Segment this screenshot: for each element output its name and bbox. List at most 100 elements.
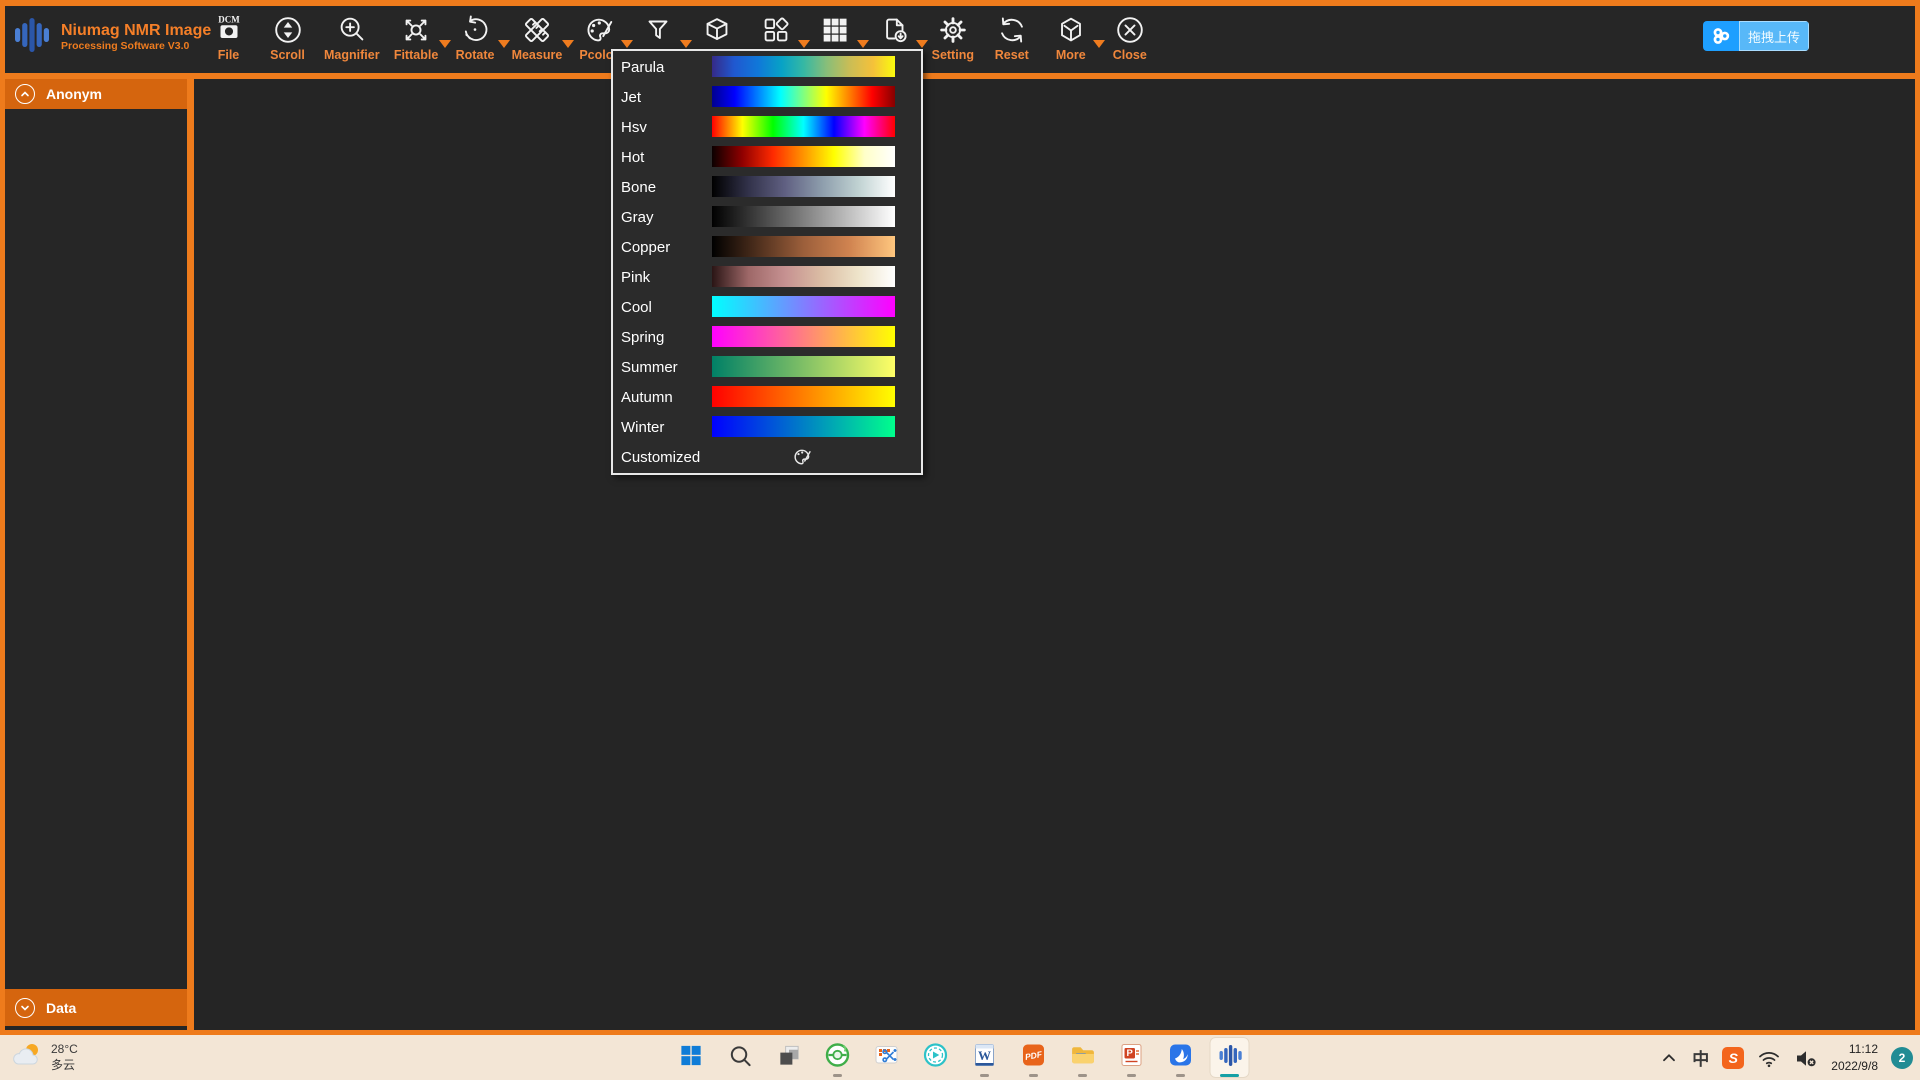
dropdown-caret-icon[interactable] [1093, 40, 1105, 48]
taskbar-app-folder[interactable] [1063, 1037, 1103, 1078]
volume-muted-icon[interactable] [1794, 1046, 1818, 1070]
colormap-option-cool[interactable]: Cool [613, 292, 921, 322]
app-subtitle: Processing Software V3.0 [61, 40, 211, 52]
taskbar-app-wing-app[interactable] [1161, 1037, 1201, 1078]
system-tray: 中 S 11:12 2022/9/8 2 [1659, 1035, 1913, 1080]
colormap-name: Hot [613, 149, 644, 166]
search-icon [727, 1043, 752, 1073]
taskbar-app-layers[interactable] [769, 1037, 809, 1078]
rotate-icon [458, 11, 492, 49]
colormap-option-parula[interactable]: Parula [613, 52, 921, 82]
dropdown-caret-icon[interactable] [621, 40, 633, 48]
dropdown-caret-icon[interactable] [680, 40, 692, 48]
colormap-name: Gray [613, 209, 654, 226]
dropdown-caret-icon[interactable] [916, 40, 928, 48]
toolbar-button-file[interactable]: DCMFile [206, 11, 251, 63]
taskbar-app-icons: W PDF P [671, 1037, 1250, 1078]
colormap-name: Pink [613, 269, 650, 286]
dropdown-caret-icon[interactable] [439, 40, 451, 48]
toolbar-button-measure[interactable]: Measure [512, 11, 563, 63]
taskbar-app-start[interactable] [671, 1037, 711, 1078]
colormap-option-customized[interactable]: Customized [613, 442, 921, 472]
colormap-gradient-swatch [712, 296, 895, 317]
dropdown-caret-icon[interactable] [798, 40, 810, 48]
colormap-option-autumn[interactable]: Autumn [613, 382, 921, 412]
running-indicator [833, 1074, 842, 1077]
colormap-option-jet[interactable]: Jet [613, 82, 921, 112]
nmr-wave-icon [1216, 1042, 1243, 1074]
dropdown-caret-icon[interactable] [562, 40, 574, 48]
stacked-windows-icon [776, 1043, 801, 1073]
taskbar-app-powerpoint[interactable]: P [1112, 1037, 1152, 1078]
pdf-icon: PDF [1021, 1042, 1047, 1073]
colormap-option-copper[interactable]: Copper [613, 232, 921, 262]
taskbar-app-nmr-app[interactable] [1210, 1037, 1250, 1078]
dropdown-caret-icon[interactable] [857, 40, 869, 48]
weather-temperature: 28°C [51, 1042, 78, 1058]
colormap-gradient-swatch [712, 86, 895, 107]
colormap-gradient-swatch [712, 176, 895, 197]
taskbar-app-teal-app[interactable] [916, 1037, 956, 1078]
taskbar-app-word[interactable]: W [965, 1037, 1005, 1078]
toolbar-button-rotate[interactable]: Rotate [453, 11, 498, 63]
taskbar-app-pdf[interactable]: PDF [1014, 1037, 1054, 1078]
taskbar-app-browser[interactable] [818, 1037, 858, 1078]
taskbar-app-search[interactable] [720, 1037, 760, 1078]
ime-language-indicator[interactable]: 中 [1692, 1045, 1709, 1070]
toolbar-button-setting[interactable]: Setting [930, 11, 975, 63]
colormap-gradient-swatch [712, 206, 895, 227]
cube-icon [700, 11, 734, 49]
colormap-name: Jet [613, 89, 641, 106]
taskbar-clock[interactable]: 11:12 2022/9/8 [1831, 1041, 1878, 1073]
colormap-gradient-swatch [712, 56, 895, 77]
colormap-option-bone[interactable]: Bone [613, 172, 921, 202]
colormap-gradient-swatch [712, 386, 895, 407]
chevron-down-circle-icon [15, 998, 35, 1018]
export-file-icon [877, 11, 911, 49]
colormap-option-summer[interactable]: Summer [613, 352, 921, 382]
weather-condition: 多云 [51, 1058, 78, 1074]
gear-icon [936, 11, 970, 49]
drag-upload-button[interactable]: 拖拽上传 [1703, 21, 1809, 51]
windows-start-icon [678, 1043, 703, 1073]
grid-icon [818, 11, 852, 49]
sogou-input-icon[interactable]: S [1722, 1047, 1744, 1069]
colormap-gradient-swatch [712, 416, 895, 437]
svg-text:W: W [978, 1048, 991, 1063]
colormap-option-winter[interactable]: Winter [613, 412, 921, 442]
sidebar-section-data[interactable]: Data [5, 989, 187, 1026]
taskbar-app-snip[interactable] [867, 1037, 907, 1078]
sidebar-section-anonym[interactable]: Anonym [5, 79, 187, 109]
colormap-gradient-swatch [712, 266, 895, 287]
notification-count-badge[interactable]: 2 [1891, 1047, 1913, 1069]
toolbar-button-label: Magnifier [324, 48, 380, 63]
colormap-option-gray[interactable]: Gray [613, 202, 921, 232]
dropdown-caret-icon[interactable] [498, 40, 510, 48]
taskbar-weather-widget[interactable]: 28°C 多云 [10, 1040, 78, 1075]
hidden-icons-chevron-icon[interactable] [1659, 1048, 1679, 1068]
toolbar-button-fittable[interactable]: Fittable [394, 11, 439, 63]
toolbar-button-label: Setting [932, 48, 974, 63]
running-indicator [980, 1074, 989, 1077]
toolbar-button-more[interactable]: More [1048, 11, 1093, 63]
measure-rulers-icon [520, 11, 554, 49]
colormap-option-hot[interactable]: Hot [613, 142, 921, 172]
colormap-option-hsv[interactable]: Hsv [613, 112, 921, 142]
colormap-name: Summer [613, 359, 678, 376]
colormap-option-pink[interactable]: Pink [613, 262, 921, 292]
folder-icon [1069, 1042, 1096, 1074]
toolbar-button-close[interactable]: Close [1107, 11, 1152, 63]
toolbar-button-scroll[interactable]: Scroll [265, 11, 310, 63]
toolbar-button-magnifier[interactable]: Magnifier [324, 11, 380, 63]
colormap-option-spring[interactable]: Spring [613, 322, 921, 352]
app-title: Niumag NMR Image [61, 22, 211, 40]
toolbar-button-label: Measure [512, 48, 563, 63]
image-canvas[interactable] [194, 79, 1915, 1030]
colormap-gradient-swatch [712, 116, 895, 137]
word-icon: W [972, 1042, 998, 1073]
wifi-icon[interactable] [1757, 1046, 1781, 1070]
toolbar-button-label: File [218, 48, 240, 63]
toolbar-button-reset[interactable]: Reset [989, 11, 1034, 63]
fit-expand-icon [399, 11, 433, 49]
chevron-up-circle-icon [15, 84, 35, 104]
